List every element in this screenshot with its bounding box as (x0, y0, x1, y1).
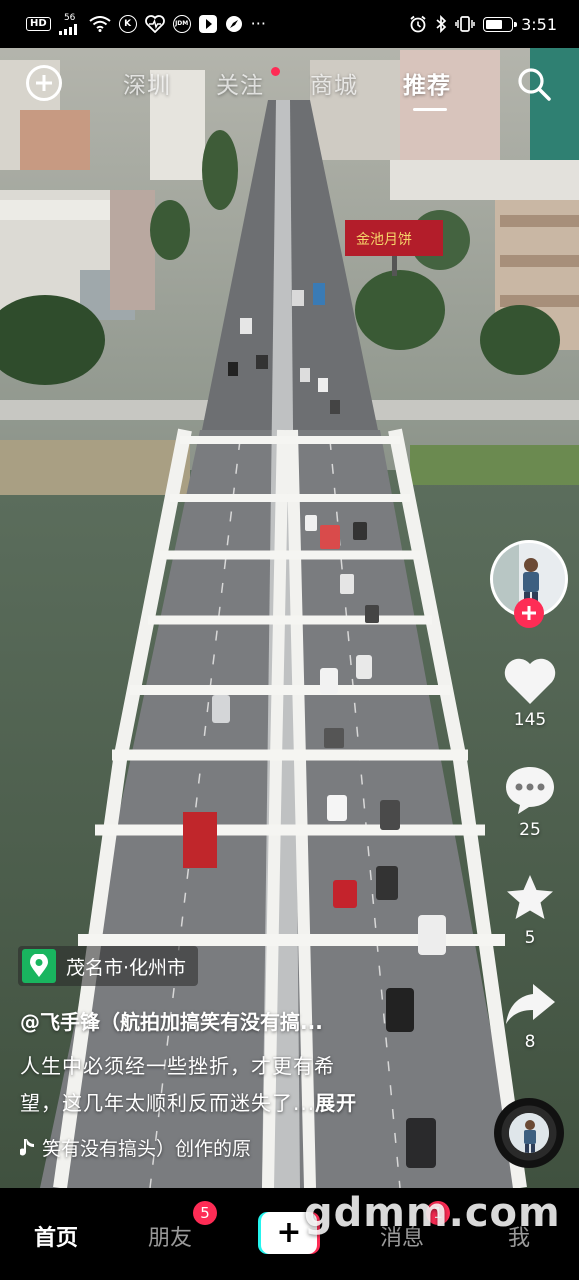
share-count: 8 (524, 1032, 536, 1052)
heart-icon (504, 658, 556, 704)
jdm-app-icon: JDM (172, 15, 191, 33)
status-time: 3:51 (521, 14, 557, 34)
music-row[interactable]: 笑有没有搞头）创作的原 (20, 1134, 251, 1161)
music-disc-button[interactable] (494, 1098, 564, 1168)
add-circle-icon[interactable] (26, 65, 62, 101)
tab-following[interactable]: 关注 (216, 66, 264, 100)
music-title: 笑有没有搞头）创作的原 (42, 1138, 252, 1160)
wifi-icon (89, 16, 111, 32)
comment-button[interactable]: 25 (498, 764, 562, 840)
location-pin-icon (22, 949, 56, 983)
description-text: 望，这几年太顺利反而迷失了... (20, 1091, 316, 1115)
tab-mall[interactable]: 商城 (310, 66, 358, 100)
tab-friends[interactable]: 朋友 (148, 1220, 192, 1252)
tab-recommend[interactable]: 推荐 (403, 66, 451, 100)
location-tag[interactable]: 茂名市·化州市 (18, 946, 199, 986)
heart-rate-icon (144, 15, 165, 33)
follow-plus-button[interactable] (514, 598, 544, 628)
vibrate-icon (455, 15, 475, 33)
more-notifications-icon: ··· (250, 14, 266, 33)
top-nav: 深圳 关注 商城 推荐 (0, 58, 579, 118)
battery-icon (483, 16, 518, 32)
friends-badge: 5 (193, 1201, 217, 1225)
comment-icon (506, 767, 554, 814)
like-button[interactable]: 145 (498, 656, 562, 730)
status-right: 3:51 (409, 15, 557, 34)
music-cover (509, 1113, 549, 1153)
expand-button[interactable]: 展开 (315, 1091, 357, 1115)
tab-shenzhen[interactable]: 深圳 (123, 66, 171, 100)
like-count: 145 (513, 710, 547, 730)
location-label: 茂名市·化州市 (66, 956, 187, 979)
share-button[interactable]: 8 (498, 980, 562, 1052)
author-name[interactable]: @飞手锋（航拍加搞笑有没有搞... (20, 1006, 323, 1035)
music-note-icon (20, 1138, 34, 1155)
status-bar: HD 56 K JDM ··· 3:51 (0, 0, 579, 48)
hd-icon: HD (26, 17, 51, 31)
description-line-2: 望，这几年太顺利反而迷失了...展开 (20, 1087, 357, 1116)
plus-icon: + (276, 1215, 302, 1250)
favorite-button[interactable]: 5 (498, 872, 562, 948)
cellular-signal-icon: 56 (58, 12, 81, 35)
network-label: 56 (63, 12, 76, 23)
following-new-dot (271, 67, 280, 76)
comment-count: 25 (519, 820, 541, 840)
bluetooth-icon (435, 15, 447, 33)
k-app-icon: K (118, 15, 137, 33)
active-tab-indicator (413, 108, 447, 111)
tab-home[interactable]: 首页 (34, 1220, 78, 1252)
watermark: gdmm.com (304, 1190, 561, 1236)
favorite-count: 5 (524, 928, 536, 948)
description-line-1: 人生中必须经一些挫折，才更有希 (20, 1054, 335, 1078)
compass-app-icon (225, 15, 243, 33)
status-left: HD 56 K JDM ··· (26, 12, 266, 35)
billboard-text: 金池月饼 (356, 232, 412, 248)
author-avatar-button[interactable] (490, 540, 568, 628)
star-icon (507, 875, 553, 919)
share-icon (506, 984, 555, 1024)
alarm-icon (409, 15, 427, 33)
search-icon[interactable] (516, 66, 552, 102)
tiktok-notify-icon (198, 15, 217, 33)
